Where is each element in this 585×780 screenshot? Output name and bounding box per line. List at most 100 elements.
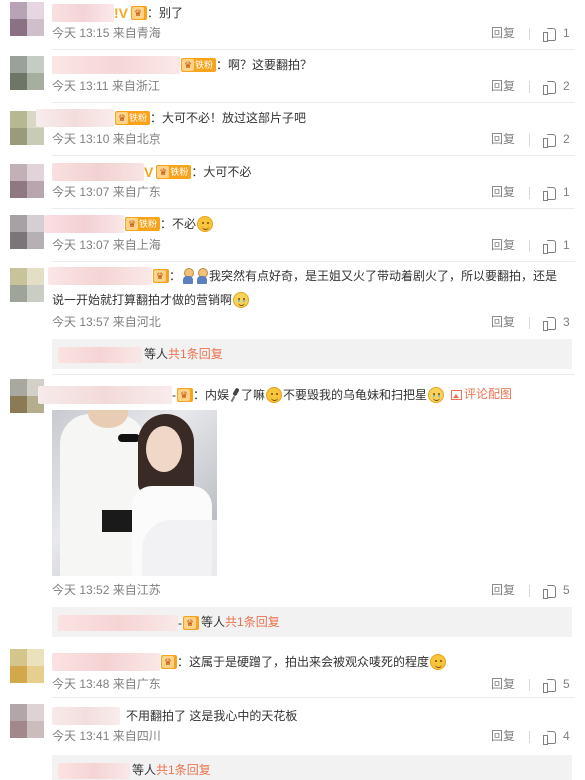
comment-time: 今天 13:57 bbox=[52, 315, 110, 329]
comment-location: 来自浙江 bbox=[111, 79, 160, 93]
thumbs-up-icon[interactable] bbox=[543, 730, 557, 746]
comment-content: - ♛ ：内娱 了嘛 不要毁我的乌龟妹和扫把星 评论配图 bbox=[38, 383, 512, 405]
comment-item: ♛ 铁粉 ：不必 今天 13:07 来自上海 回复 1 bbox=[0, 209, 585, 262]
comment-item: V ♛ 铁粉 ：大可不必 今天 13:07 来自广东 回复 1 bbox=[0, 156, 585, 209]
avatar[interactable] bbox=[10, 649, 44, 683]
fan-badge-icon: ♛ bbox=[153, 268, 169, 283]
username[interactable] bbox=[44, 214, 124, 233]
reply-summary[interactable]: 等人共1条回复 bbox=[52, 755, 572, 780]
comment-thread: !V ♛ ：别了 今天 13:15 来自青海 回复 1 ♛ 铁粉 ：啊？这要翻拍？ 今天 … bbox=[0, 0, 585, 780]
thumbs-up-icon[interactable] bbox=[543, 584, 557, 600]
reply-button[interactable]: 回复 bbox=[491, 674, 517, 694]
comment-meta: 今天 13:10 来自北京 bbox=[52, 129, 161, 149]
comment-actions: 回复 1 bbox=[491, 182, 571, 202]
reply-summary[interactable]: - ♛ 等人共1条回复 bbox=[52, 607, 572, 637]
reply-button[interactable]: 回复 bbox=[491, 726, 517, 746]
thumbs-up-icon[interactable] bbox=[543, 80, 557, 96]
username[interactable] bbox=[52, 3, 114, 22]
fan-badge: ♛ 铁粉 bbox=[125, 216, 161, 231]
comment-actions: 回复 5 bbox=[491, 674, 571, 694]
comment-time: 今天 13:52 bbox=[52, 583, 110, 597]
comment-item: ♛ 铁粉 ：啊？这要翻拍？ 今天 13:11 来自浙江 回复 2 bbox=[0, 50, 585, 103]
like-count: 4 bbox=[563, 729, 570, 743]
like-count: 5 bbox=[563, 583, 570, 597]
comment-text: ：别了 bbox=[147, 5, 184, 20]
avatar[interactable] bbox=[10, 215, 44, 249]
thumbs-up-icon[interactable] bbox=[543, 316, 557, 332]
reply-button[interactable]: 回复 bbox=[491, 235, 517, 255]
comment-meta: 今天 13:15 来自青海 bbox=[52, 23, 161, 43]
reply-button[interactable]: 回复 bbox=[491, 312, 517, 332]
comment-text: ：内娱 bbox=[193, 387, 230, 402]
reply-button[interactable]: 回复 bbox=[491, 129, 517, 149]
like-count: 1 bbox=[563, 238, 570, 252]
comment-location: 来自江苏 bbox=[112, 583, 161, 597]
username[interactable] bbox=[36, 108, 114, 127]
comment-content: !V ♛ ：别了 bbox=[52, 1, 183, 23]
like-count: 1 bbox=[563, 185, 570, 199]
avatar[interactable] bbox=[10, 704, 44, 738]
username[interactable] bbox=[52, 706, 120, 725]
avatar[interactable] bbox=[10, 2, 44, 36]
comment-photo[interactable] bbox=[52, 410, 217, 576]
username[interactable] bbox=[52, 162, 144, 181]
comment-actions: 回复 1 bbox=[491, 235, 571, 255]
username[interactable] bbox=[38, 385, 172, 404]
comment-actions: 回复 5 bbox=[491, 580, 571, 600]
like-count: 3 bbox=[563, 315, 570, 329]
like-count: 2 bbox=[563, 132, 570, 146]
comment-content: V ♛ 铁粉 ：大可不必 bbox=[52, 160, 251, 182]
person-emoji-icon bbox=[182, 267, 195, 284]
fan-badge: ♛ 铁粉 bbox=[115, 110, 151, 125]
comment-location: 来自青海 bbox=[112, 26, 161, 40]
thumbs-up-icon[interactable] bbox=[543, 27, 557, 43]
comment-text: 不用翻拍了 这是我心中的天花板 bbox=[126, 708, 298, 723]
fan-badge: ♛ 铁粉 bbox=[156, 164, 192, 179]
comment-time: 今天 13:15 bbox=[52, 26, 110, 40]
replier-names bbox=[58, 614, 178, 631]
fan-badge-icon: ♛ bbox=[161, 654, 177, 669]
avatar[interactable] bbox=[10, 56, 44, 90]
comment-item: !V ♛ ：别了 今天 13:15 来自青海 回复 1 bbox=[0, 0, 585, 50]
fan-badge-icon: ♛ bbox=[183, 615, 199, 630]
username[interactable] bbox=[52, 55, 180, 74]
divider bbox=[52, 697, 575, 698]
comment-image-link[interactable]: 评论配图 bbox=[451, 387, 512, 401]
comment-time: 今天 13:11 bbox=[52, 79, 109, 93]
thumbs-up-icon[interactable] bbox=[543, 186, 557, 202]
comment-meta: 今天 13:41 来自四川 bbox=[52, 726, 161, 746]
username[interactable] bbox=[52, 652, 160, 671]
reply-summary[interactable]: 等人共1条回复 bbox=[52, 339, 572, 369]
view-replies-link[interactable]: 共1条回复 bbox=[156, 763, 211, 777]
emoji-icon bbox=[430, 653, 447, 670]
comment-location: 来自上海 bbox=[112, 238, 161, 252]
thumbs-up-icon[interactable] bbox=[543, 239, 557, 255]
thumbs-up-icon[interactable] bbox=[543, 133, 557, 149]
avatar[interactable] bbox=[10, 164, 44, 198]
reply-button[interactable]: 回复 bbox=[491, 23, 517, 43]
reply-button[interactable]: 回复 bbox=[491, 76, 517, 96]
smile-emoji-icon bbox=[266, 386, 283, 403]
comment-text: ：大可不必 bbox=[191, 164, 252, 179]
comment-location: 来自河北 bbox=[112, 315, 161, 329]
comment-time: 今天 13:10 bbox=[52, 132, 110, 146]
comment-meta: 今天 13:11 来自浙江 bbox=[52, 76, 160, 96]
fan-badge-icon: ♛ bbox=[177, 387, 193, 402]
comment-meta: 今天 13:52 来自江苏 bbox=[52, 580, 161, 600]
thumbs-up-icon[interactable] bbox=[543, 678, 557, 694]
reply-button[interactable]: 回复 bbox=[491, 580, 517, 600]
image-icon bbox=[451, 389, 463, 400]
comment-actions: 回复 2 bbox=[491, 129, 571, 149]
verified-v-icon: !V bbox=[114, 4, 128, 21]
view-replies-link[interactable]: 共1条回复 bbox=[168, 347, 223, 361]
username[interactable] bbox=[48, 266, 152, 285]
comment-time: 今天 13:48 bbox=[52, 677, 110, 691]
view-replies-link[interactable]: 共1条回复 bbox=[225, 615, 280, 629]
reply-button[interactable]: 回复 bbox=[491, 182, 517, 202]
comment-location: 来自北京 bbox=[112, 132, 161, 146]
comment-text: 说一开始就打算翻拍才做的营销啊 bbox=[52, 292, 233, 307]
like-count: 5 bbox=[563, 677, 570, 691]
comment-text: ：啊？这要翻拍？ bbox=[216, 57, 313, 72]
avatar[interactable] bbox=[10, 268, 44, 302]
comment-content: ♛ 铁粉 ：不必 bbox=[44, 212, 214, 234]
